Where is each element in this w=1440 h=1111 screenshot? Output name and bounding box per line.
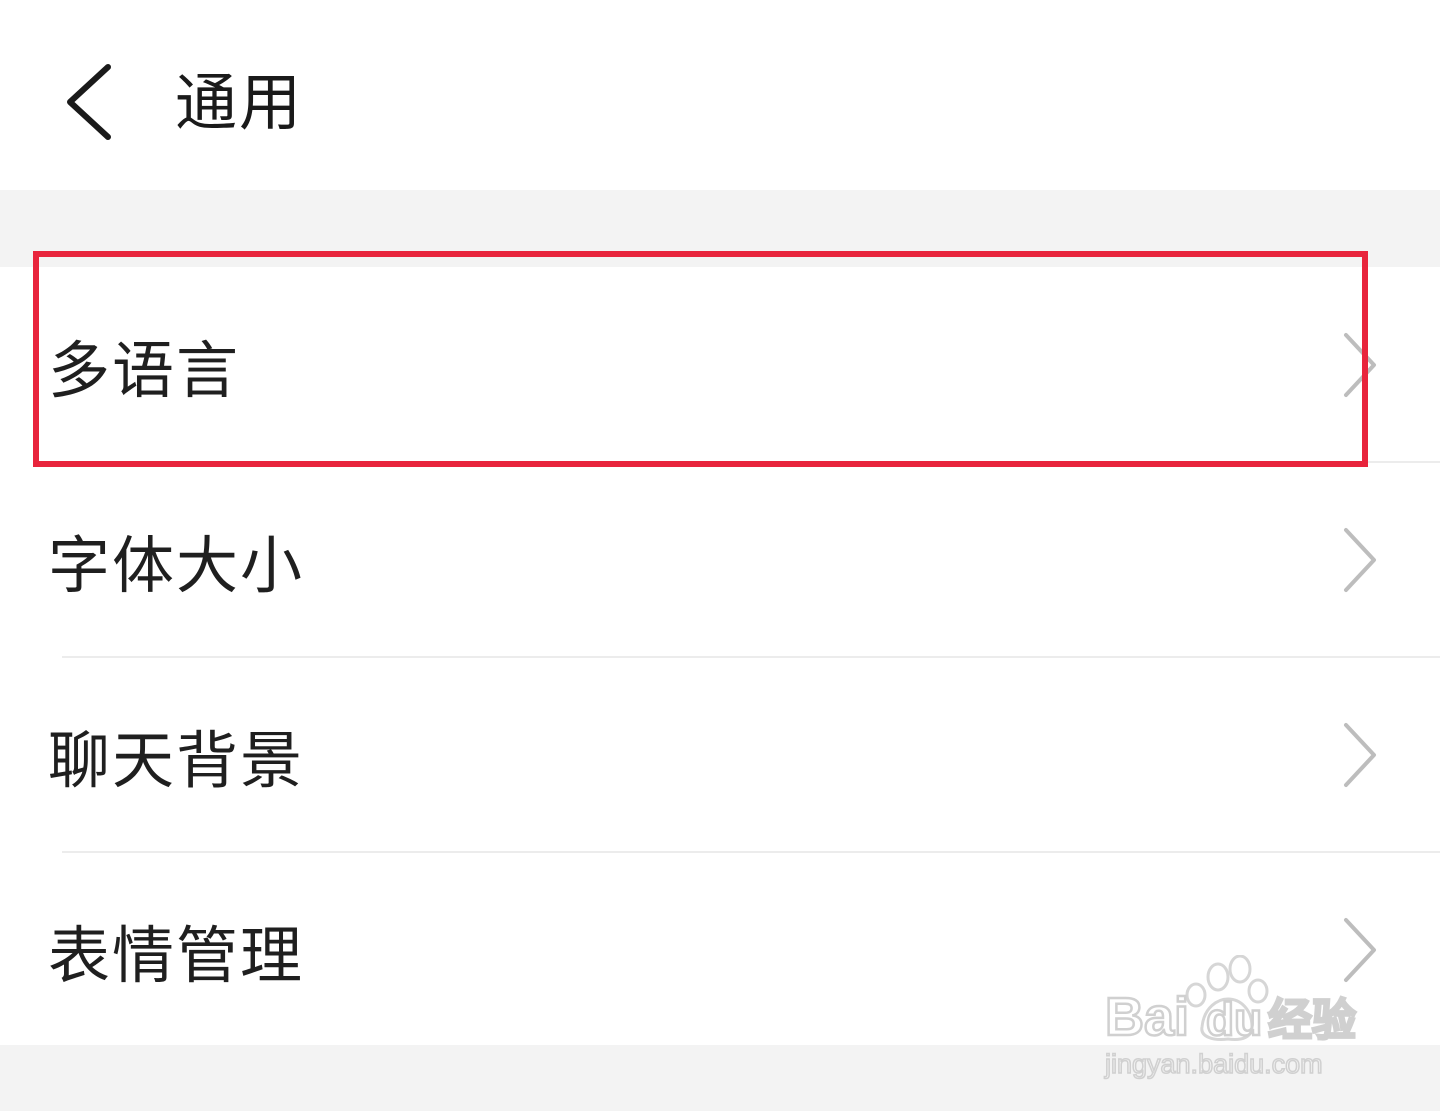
settings-item-label: 多语言 — [48, 333, 241, 407]
header-bar: 通用 — [0, 0, 1440, 190]
settings-item-label: 字体大小 — [48, 528, 305, 602]
chevron-left-icon — [50, 55, 130, 150]
section-separator-bottom — [0, 1045, 1440, 1111]
page-title: 通用 — [175, 66, 304, 139]
chevron-right-icon — [1340, 915, 1380, 985]
settings-list: 多语言 字体大小 聊天背景 表情管理 — [0, 267, 1440, 1045]
chevron-right-icon — [1340, 525, 1380, 595]
chevron-right-icon — [1340, 330, 1380, 400]
settings-item-font-size[interactable]: 字体大小 — [0, 462, 1440, 657]
settings-item-label: 表情管理 — [48, 918, 305, 992]
settings-item-multilanguage[interactable]: 多语言 — [0, 267, 1440, 462]
chevron-right-icon — [1340, 720, 1380, 790]
section-separator-top — [0, 190, 1440, 267]
settings-general-page: 通用 多语言 字体大小 聊天背景 表情管理 Bai du 经验 jingyan.… — [0, 0, 1440, 1111]
back-button[interactable] — [50, 55, 130, 150]
settings-item-chat-background[interactable]: 聊天背景 — [0, 657, 1440, 852]
settings-item-label: 聊天背景 — [48, 723, 305, 797]
settings-item-sticker-management[interactable]: 表情管理 — [0, 852, 1440, 1047]
